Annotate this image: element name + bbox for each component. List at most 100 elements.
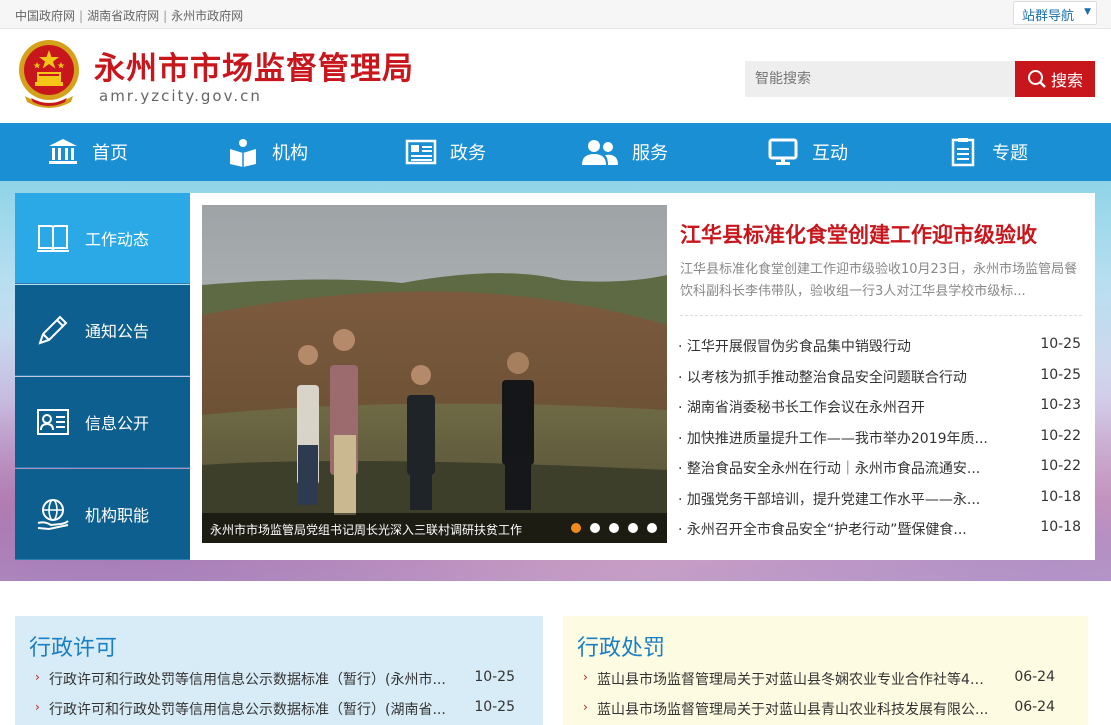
gov-link-province[interactable]: 湖南省政府网: [87, 9, 159, 23]
nav-label: 互动: [812, 143, 848, 164]
news-title: · 永州召开全市食品安全“护老行动”暨保健食...: [678, 522, 967, 538]
featured-content: 永州市市场监管局党组书记周长光深入三联村调研扶贫工作 江华县标准化食堂创建工作迎…: [190, 193, 1095, 560]
gov-link-central[interactable]: 中国政府网: [15, 9, 75, 23]
nav-item-home[interactable]: 首页: [46, 123, 128, 181]
site-domain: amr.yzcity.gov.cn: [99, 87, 262, 105]
search-input[interactable]: [745, 61, 1015, 97]
side-menu-label: 信息公开: [85, 414, 150, 433]
document-icon: [946, 135, 980, 169]
list-item-title: 行政许可和行政处罚等信用信息公示数据标准（暂行）(湖南省...: [49, 702, 446, 718]
side-menu-item-info-disclosure[interactable]: 信息公开: [15, 377, 190, 468]
nav-item-topics[interactable]: 专题: [946, 123, 1028, 181]
news-date: 10-25: [1040, 336, 1081, 352]
search-button[interactable]: 搜索: [1015, 61, 1095, 97]
admin-penalty-panel: 行政处罚 › 蓝山县市场监督管理局关于对蓝山县冬娴农业专业合作社等47... 0…: [563, 616, 1088, 725]
panel-title[interactable]: 行政处罚: [577, 630, 665, 662]
search-button-label: 搜索: [1050, 73, 1083, 90]
news-title: · 江华开展假冒伪劣食品集中销毁行动: [678, 339, 911, 355]
news-date: 10-22: [1040, 427, 1081, 444]
chevron-right-icon: ›: [583, 700, 588, 714]
open-book-icon: [33, 218, 73, 258]
news-item[interactable]: · 湖南省消委秘书长工作会议在永州召开 10-23: [678, 394, 1083, 425]
nav-label: 政务: [450, 143, 486, 164]
gov-links: 中国政府网 | 湖南省政府网 | 永州市政府网: [15, 7, 243, 24]
news-item[interactable]: · 永州召开全市食品安全“护老行动”暨保健食... 10-18: [678, 516, 1083, 547]
nav-label: 服务: [632, 143, 668, 164]
news-item[interactable]: · 加强党务干部培训，提升党建工作水平——永... 10-18: [678, 486, 1083, 517]
side-menu-label: 工作动态: [85, 230, 150, 249]
list-item-title: 蓝山县市场监督管理局关于对蓝山县冬娴农业专业合作社等47...: [597, 672, 992, 688]
chevron-right-icon: ›: [35, 670, 40, 684]
panel-title[interactable]: 行政许可: [29, 630, 117, 662]
list-item-title: 行政许可和行政处罚等信用信息公示数据标准（暂行）(永州市...: [49, 672, 446, 688]
newspaper-icon: [404, 135, 438, 169]
list-item-title: 蓝山县市场监督管理局关于对蓝山县青山农业科技发展有限公...: [597, 702, 989, 718]
site-header: 永州市市场监督管理局 amr.yzcity.gov.cn 搜索: [0, 29, 1111, 123]
globe-hand-icon: [33, 494, 73, 534]
list-item[interactable]: › 蓝山县市场监督管理局关于对蓝山县冬娴农业专业合作社等47... 06-24: [583, 669, 1055, 691]
monitor-icon: [766, 135, 800, 169]
slide-photo: [202, 205, 667, 543]
users-icon: [580, 135, 620, 169]
news-title: · 整治食品安全永州在行动｜永州市食品流通安...: [678, 461, 981, 477]
chevron-right-icon: ›: [583, 670, 588, 684]
slide-dot[interactable]: [590, 523, 600, 533]
admin-license-panel: 行政许可 › 行政许可和行政处罚等信用信息公示数据标准（暂行）(永州市... 1…: [15, 616, 543, 725]
nav-item-government-affairs[interactable]: 政务: [404, 123, 486, 181]
list-item-date: 10-25: [474, 669, 515, 685]
side-menu: 工作动态 通知公告 信息公开 机构职能: [15, 193, 190, 560]
side-menu-item-functions[interactable]: 机构职能: [15, 469, 190, 560]
side-menu-label: 通知公告: [85, 322, 150, 341]
gov-link-city[interactable]: 永州市政府网: [171, 9, 243, 23]
book-icon: [226, 135, 260, 169]
list-item-date: 10-25: [474, 699, 515, 715]
site-nav-label: 站群导航: [1022, 9, 1075, 24]
divider: [680, 315, 1082, 316]
news-date: 10-22: [1040, 458, 1081, 474]
headline-summary: 江华县标准化食堂创建工作迎市级验收10月23日，永州市场监管局餐饮科副科长李伟带…: [680, 262, 1078, 299]
news-item[interactable]: · 加快推进质量提升工作——我市举办2019年质... 10-22: [678, 425, 1083, 456]
news-title: · 加快推进质量提升工作——我市举办2019年质...: [678, 430, 988, 447]
news-item[interactable]: · 以考核为抓手推动整治食品安全问题联合行动 10-25: [678, 364, 1083, 395]
top-bar: 中国政府网 | 湖南省政府网 | 永州市政府网 站群导航 ▼: [0, 0, 1111, 29]
list-item[interactable]: › 行政许可和行政处罚等信用信息公示数据标准（暂行）(永州市... 10-25: [35, 669, 515, 691]
news-title: · 加强党务干部培训，提升党建工作水平——永...: [678, 491, 981, 508]
chevron-right-icon: ›: [35, 700, 40, 714]
id-card-icon: [33, 402, 73, 442]
list-item-date: 06-24: [1014, 669, 1055, 685]
chevron-down-icon: ▼: [1084, 7, 1091, 17]
site-title: 永州市市场监督管理局: [94, 51, 414, 87]
news-date: 10-23: [1040, 397, 1081, 413]
news-item[interactable]: · 江华开展假冒伪劣食品集中销毁行动 10-25: [678, 333, 1083, 364]
slide-pagination: [571, 523, 657, 533]
news-date: 10-18: [1040, 488, 1081, 505]
side-menu-label: 机构职能: [85, 506, 150, 525]
news-item[interactable]: · 整治食品安全永州在行动｜永州市食品流通安... 10-22: [678, 455, 1083, 486]
news-slideshow[interactable]: 永州市市场监管局党组书记周长光深入三联村调研扶贫工作: [202, 205, 667, 543]
list-item[interactable]: › 蓝山县市场监督管理局关于对蓝山县青山农业科技发展有限公... 06-24: [583, 699, 1055, 721]
nav-item-interaction[interactable]: 互动: [766, 123, 848, 181]
news-date: 10-18: [1040, 519, 1081, 535]
news-date: 10-25: [1040, 366, 1081, 383]
nav-item-organization[interactable]: 机构: [226, 123, 308, 181]
building-icon: [46, 135, 80, 169]
news-title: · 湖南省消委秘书长工作会议在永州召开: [678, 400, 925, 416]
nav-label: 首页: [92, 143, 128, 164]
divider: |: [79, 9, 84, 23]
list-item-date: 06-24: [1014, 699, 1055, 715]
list-item[interactable]: › 行政许可和行政处罚等信用信息公示数据标准（暂行）(湖南省... 10-25: [35, 699, 515, 721]
slide-dot[interactable]: [609, 523, 619, 533]
main-nav: 首页 机构 政务 服务 互动 专题: [0, 123, 1111, 181]
side-menu-item-work-news[interactable]: 工作动态: [15, 193, 190, 284]
headline-title[interactable]: 江华县标准化食堂创建工作迎市级验收: [680, 219, 1037, 249]
site-nav-dropdown[interactable]: 站群导航 ▼: [1013, 1, 1097, 25]
national-emblem-logo: [19, 40, 79, 108]
nav-item-services[interactable]: 服务: [580, 123, 668, 181]
news-list: · 江华开展假冒伪劣食品集中销毁行动 10-25 · 以考核为抓手推动整治食品安全…: [678, 333, 1083, 547]
slide-dot[interactable]: [571, 523, 581, 533]
side-menu-item-notices[interactable]: 通知公告: [15, 285, 190, 376]
slide-dot[interactable]: [647, 523, 657, 533]
divider: |: [163, 9, 168, 23]
search-icon: [1027, 70, 1046, 88]
slide-dot[interactable]: [628, 523, 638, 533]
